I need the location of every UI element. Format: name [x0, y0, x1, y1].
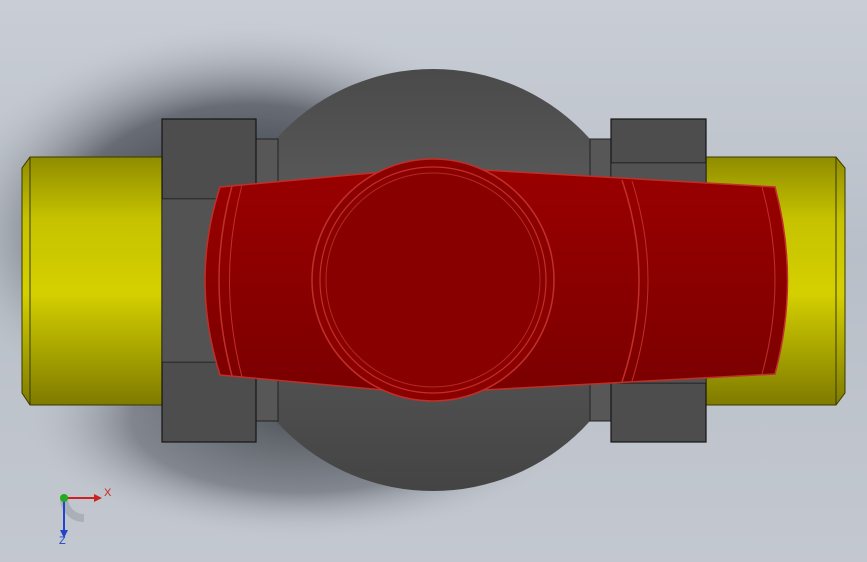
valve-handle[interactable]	[204, 158, 789, 402]
3d-model-view[interactable]	[0, 0, 867, 562]
graphics-viewport[interactable]: X Z	[0, 0, 867, 562]
y-axis-dot-icon	[60, 494, 68, 502]
orientation-triad: X Z	[59, 487, 112, 546]
x-axis-label: X	[104, 487, 112, 499]
z-axis-label: Z	[59, 535, 66, 546]
x-axis-arrow-icon	[94, 494, 102, 502]
left-pipe[interactable]	[21, 156, 166, 406]
